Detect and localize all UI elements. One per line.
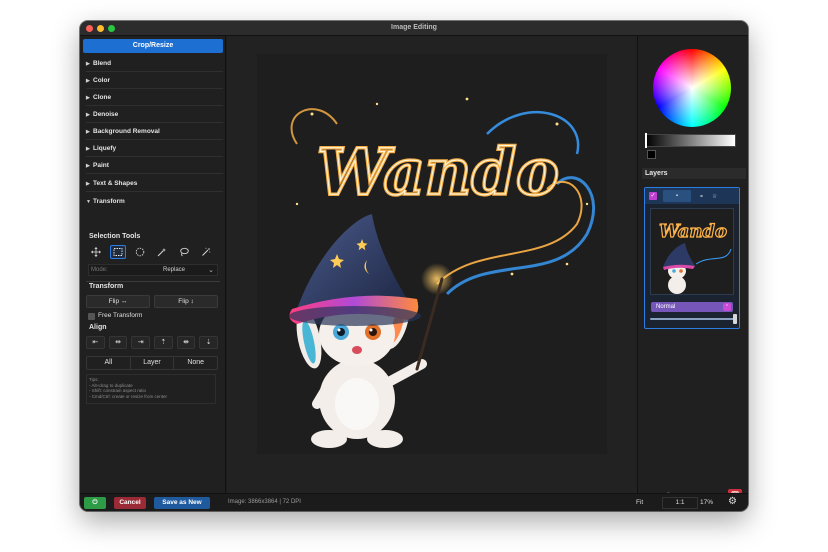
align-top-button[interactable]: ⇡ (154, 336, 173, 349)
align-left-button[interactable]: ⇤ (86, 336, 105, 349)
brightness-slider[interactable] (645, 134, 736, 147)
chevron-right-icon: ▶ (86, 146, 90, 152)
align-right-button[interactable]: ⇥ (131, 336, 151, 349)
section-label: Liquefy (93, 145, 117, 152)
lasso-icon[interactable] (176, 245, 192, 259)
section-label: Transform (93, 198, 125, 205)
selection-tools-title: Selection Tools (89, 233, 141, 240)
align-buttons: ⇤ ⇹ ⇥ ⇡ ⇼ ⇣ (86, 336, 219, 349)
power-button[interactable]: ⏻ (84, 497, 106, 509)
ellipse-select-icon[interactable] (132, 245, 148, 259)
section-label: Color (93, 77, 110, 84)
flip-vertical-button[interactable]: Flip ↕ (154, 295, 218, 308)
section-paint[interactable]: ▶ Paint (86, 158, 223, 174)
app-window: Image Editing Crop/Resize ▶ Blend ▶ Color … (80, 21, 748, 511)
section-liquefy[interactable]: ▶ Liquefy (86, 141, 223, 157)
mode-select[interactable]: Mode: Replace ⌄ (88, 264, 218, 276)
cancel-button[interactable]: Cancel (114, 497, 146, 509)
titlebar: Image Editing (80, 21, 748, 36)
select-none-button[interactable]: None (174, 357, 217, 369)
tips-box: Tips: - Alt+drag to duplicate - Shift: c… (86, 374, 216, 404)
chevron-right-icon: ▶ (86, 61, 90, 67)
blend-mode-value: Normal (656, 304, 676, 310)
status-bar: ⏻ Cancel Save as New Image: 3866x3864 | … (80, 493, 748, 511)
align-title: Align (89, 324, 107, 331)
zoom-level[interactable]: 17% (700, 499, 713, 506)
right-panel: Layers ✓ ▪ ⚭ ♕ Wando Normal ⌃ (637, 36, 748, 503)
align-center-v-button[interactable]: ⇼ (176, 336, 196, 349)
layer-thumbnail-image: Wando (658, 220, 732, 294)
layer-tab[interactable]: ▪ (663, 190, 691, 202)
chevron-right-icon: ▶ (86, 112, 90, 118)
align-center-h-button[interactable]: ⇹ (108, 336, 128, 349)
select-all-button[interactable]: All (87, 357, 131, 369)
thumbnail-title: Wando (659, 221, 727, 242)
selection-scope-buttons: All Layer None (86, 356, 218, 370)
wizard-bunny-illustration: Wando Wando (289, 97, 595, 448)
fit-button[interactable]: Fit (636, 499, 643, 506)
magic-wand-icon[interactable] (154, 245, 170, 259)
tips-line: - Cmd/Ctrl: create or resize from center (89, 393, 168, 399)
wand-sparkle-icon[interactable] (198, 245, 214, 259)
link-icon[interactable]: ⚭ (699, 193, 704, 200)
chevron-up-down-icon: ⌃ (723, 303, 731, 311)
opacity-slider-handle[interactable] (733, 314, 737, 324)
color-wheel[interactable] (653, 49, 731, 127)
chevron-right-icon: ▶ (86, 129, 90, 135)
section-text-shapes[interactable]: ▶ Text & Shapes (86, 176, 223, 192)
actual-size-button[interactable]: 1:1 (662, 497, 698, 509)
free-transform-checkbox[interactable] (88, 313, 95, 320)
window-title: Image Editing (391, 24, 437, 31)
chevron-right-icon: ▶ (86, 78, 90, 84)
artwork-image[interactable]: Wando Wando (257, 54, 607, 454)
image-info: Image: 3866x3864 | 72 DPI (228, 499, 301, 505)
section-clone[interactable]: ▶ Clone (86, 90, 223, 106)
section-label: Text & Shapes (93, 180, 138, 187)
layer-header: ✓ ▪ ⚭ ♕ (645, 188, 739, 204)
rectangle-select-icon[interactable] (110, 245, 126, 259)
section-color[interactable]: ▶ Color (86, 73, 223, 89)
flip-horizontal-button[interactable]: Flip ↔ (86, 295, 150, 308)
section-background-removal[interactable]: ▶ Background Removal (86, 124, 223, 140)
chevron-right-icon: ▶ (86, 95, 90, 101)
crop-resize-button[interactable]: Crop/Resize (83, 39, 223, 53)
opacity-slider[interactable] (650, 318, 736, 320)
section-blend[interactable]: ▶ Blend (86, 56, 223, 72)
free-transform-label: Free Transform (98, 312, 143, 319)
section-label: Denoise (93, 111, 119, 118)
chevron-right-icon: ▶ (86, 181, 90, 187)
image-canvas[interactable]: Wando Wando (227, 36, 637, 493)
section-transform[interactable]: ▼ Transform (86, 194, 223, 210)
layers-title: Layers (642, 168, 746, 179)
brightness-slider-handle[interactable] (645, 133, 647, 148)
chevron-down-icon: ▼ (86, 199, 91, 205)
move-icon[interactable] (88, 245, 104, 259)
mode-label: Mode: (91, 267, 108, 273)
section-label: Clone (93, 94, 112, 101)
current-color-swatch[interactable] (647, 150, 656, 159)
blend-mode-select[interactable]: Normal ⌃ (651, 302, 733, 312)
save-as-new-button[interactable]: Save as New (154, 497, 210, 509)
divider (86, 281, 220, 282)
section-label: Background Removal (93, 128, 160, 135)
layer-thumbnail[interactable]: Wando (650, 208, 734, 295)
selection-tools-row (88, 245, 218, 259)
align-bottom-button[interactable]: ⇣ (199, 336, 219, 349)
gear-icon[interactable]: ⚙ (728, 496, 737, 507)
select-layer-button[interactable]: Layer (131, 357, 175, 369)
artwork-title-highlight: Wando (317, 135, 559, 210)
section-label: Blend (93, 60, 112, 67)
chevron-right-icon: ▶ (86, 163, 90, 169)
layer-item[interactable]: ✓ ▪ ⚭ ♕ Wando Normal ⌃ (644, 187, 740, 329)
section-denoise[interactable]: ▶ Denoise (86, 107, 223, 123)
tools-panel: Crop/Resize ▶ Blend ▶ Color ▶ Clone ▶ Denois… (80, 36, 226, 493)
chevron-down-icon: ⌄ (208, 267, 214, 274)
section-label: Paint (93, 162, 109, 169)
mode-value: Replace (163, 267, 186, 273)
layer-visibility-checkbox[interactable]: ✓ (649, 192, 657, 200)
mask-icon[interactable]: ♕ (712, 193, 717, 200)
transform-title: Transform (89, 283, 124, 290)
